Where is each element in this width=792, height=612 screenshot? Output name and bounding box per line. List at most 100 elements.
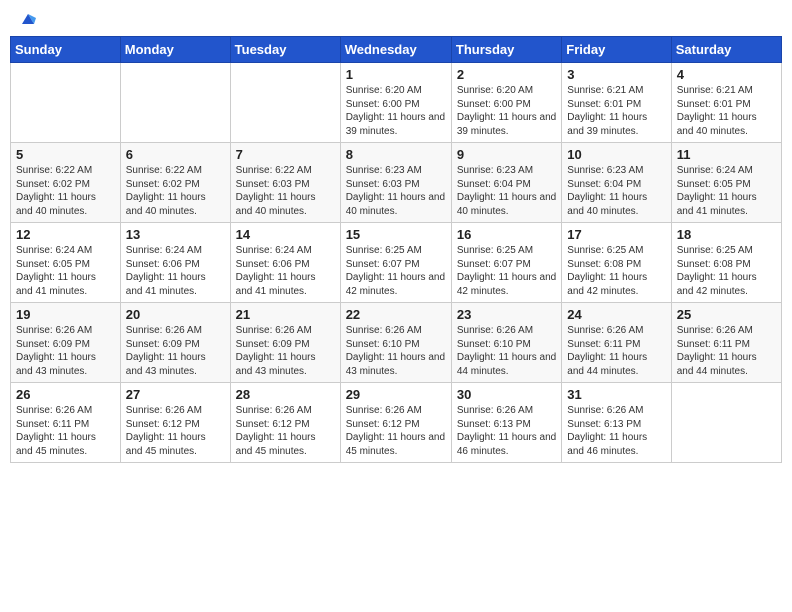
day-number: 20 xyxy=(126,307,225,322)
calendar-body: 1 Sunrise: 6:20 AMSunset: 6:00 PMDaylight… xyxy=(11,63,782,463)
calendar-cell: 26Sunrise: 6:26 AMSunset: 6:11 PMDayligh… xyxy=(11,383,121,463)
calendar-week-5: 26Sunrise: 6:26 AMSunset: 6:11 PMDayligh… xyxy=(11,383,782,463)
calendar-cell: 11Sunrise: 6:24 AMSunset: 6:05 PMDayligh… xyxy=(671,143,781,223)
day-number: 31 xyxy=(567,387,665,402)
calendar-cell: 8 Sunrise: 6:23 AMSunset: 6:03 PMDaylight… xyxy=(340,143,451,223)
day-info: Sunrise: 6:21 AMSunset: 6:01 PMDaylight:… xyxy=(677,84,776,138)
day-number: 22 xyxy=(346,307,446,322)
page-header xyxy=(10,10,782,28)
day-info: Sunrise: 6:25 AMSunset: 6:07 PMDaylight:… xyxy=(346,244,446,298)
day-number: 25 xyxy=(677,307,776,322)
weekday-header-wednesday: Wednesday xyxy=(340,37,451,63)
calendar-cell: 6 Sunrise: 6:22 AMSunset: 6:02 PMDaylight… xyxy=(120,143,230,223)
day-info: Sunrise: 6:23 AMSunset: 6:04 PMDaylight:… xyxy=(457,164,556,218)
day-number: 18 xyxy=(677,227,776,242)
weekday-header-saturday: Saturday xyxy=(671,37,781,63)
day-info: Sunrise: 6:26 AMSunset: 6:10 PMDaylight:… xyxy=(346,324,446,378)
day-info: Sunrise: 6:26 AMSunset: 6:11 PMDaylight:… xyxy=(16,404,115,458)
day-info: Sunrise: 6:20 AMSunset: 6:00 PMDaylight:… xyxy=(346,84,446,138)
calendar-cell: 15 Sunrise: 6:25 AMSunset: 6:07 PMDayligh… xyxy=(340,223,451,303)
calendar-cell: 28Sunrise: 6:26 AMSunset: 6:12 PMDayligh… xyxy=(230,383,340,463)
calendar-cell: 13 Sunrise: 6:24 AMSunset: 6:06 PMDayligh… xyxy=(120,223,230,303)
day-info: Sunrise: 6:22 AMSunset: 6:02 PMDaylight:… xyxy=(126,164,225,218)
calendar-cell: 14 Sunrise: 6:24 AMSunset: 6:06 PMDayligh… xyxy=(230,223,340,303)
calendar-cell: 1 Sunrise: 6:20 AMSunset: 6:00 PMDaylight… xyxy=(340,63,451,143)
calendar-cell: 7 Sunrise: 6:22 AMSunset: 6:03 PMDaylight… xyxy=(230,143,340,223)
day-info: Sunrise: 6:22 AMSunset: 6:02 PMDaylight:… xyxy=(16,164,115,218)
day-info: Sunrise: 6:22 AMSunset: 6:03 PMDaylight:… xyxy=(236,164,335,218)
weekday-header-monday: Monday xyxy=(120,37,230,63)
day-info: Sunrise: 6:20 AMSunset: 6:00 PMDaylight:… xyxy=(457,84,556,138)
calendar-cell: 3Sunrise: 6:21 AMSunset: 6:01 PMDaylight… xyxy=(562,63,671,143)
logo-icon xyxy=(18,10,38,30)
calendar-cell: 17 Sunrise: 6:25 AMSunset: 6:08 PMDayligh… xyxy=(562,223,671,303)
day-info: Sunrise: 6:24 AMSunset: 6:06 PMDaylight:… xyxy=(126,244,225,298)
day-number: 6 xyxy=(126,147,225,162)
day-info: Sunrise: 6:25 AMSunset: 6:08 PMDaylight:… xyxy=(567,244,665,298)
day-number: 12 xyxy=(16,227,115,242)
calendar-cell xyxy=(11,63,121,143)
day-number: 2 xyxy=(457,67,556,82)
calendar-cell: 29 Sunrise: 6:26 AMSunset: 6:12 PMDayligh… xyxy=(340,383,451,463)
day-number: 9 xyxy=(457,147,556,162)
calendar-week-1: 1 Sunrise: 6:20 AMSunset: 6:00 PMDaylight… xyxy=(11,63,782,143)
calendar-table: SundayMondayTuesdayWednesdayThursdayFrid… xyxy=(10,36,782,463)
day-number: 30 xyxy=(457,387,556,402)
day-info: Sunrise: 6:23 AMSunset: 6:03 PMDaylight:… xyxy=(346,164,446,218)
day-info: Sunrise: 6:26 AMSunset: 6:13 PMDaylight:… xyxy=(567,404,665,458)
day-number: 1 xyxy=(346,67,446,82)
day-info: Sunrise: 6:24 AMSunset: 6:06 PMDaylight:… xyxy=(236,244,335,298)
calendar-cell: 31 Sunrise: 6:26 AMSunset: 6:13 PMDayligh… xyxy=(562,383,671,463)
calendar-cell: 12 Sunrise: 6:24 AMSunset: 6:05 PMDayligh… xyxy=(11,223,121,303)
day-number: 7 xyxy=(236,147,335,162)
day-info: Sunrise: 6:25 AMSunset: 6:08 PMDaylight:… xyxy=(677,244,776,298)
day-number: 4 xyxy=(677,67,776,82)
calendar-cell: 10Sunrise: 6:23 AMSunset: 6:04 PMDayligh… xyxy=(562,143,671,223)
calendar-cell: 19Sunrise: 6:26 AMSunset: 6:09 PMDayligh… xyxy=(11,303,121,383)
calendar-cell: 9 Sunrise: 6:23 AMSunset: 6:04 PMDaylight… xyxy=(451,143,561,223)
calendar-cell: 25 Sunrise: 6:26 AMSunset: 6:11 PMDayligh… xyxy=(671,303,781,383)
day-number: 16 xyxy=(457,227,556,242)
day-info: Sunrise: 6:26 AMSunset: 6:09 PMDaylight:… xyxy=(236,324,335,378)
calendar-cell: 5 Sunrise: 6:22 AMSunset: 6:02 PMDaylight… xyxy=(11,143,121,223)
day-number: 8 xyxy=(346,147,446,162)
day-number: 14 xyxy=(236,227,335,242)
calendar-week-4: 19Sunrise: 6:26 AMSunset: 6:09 PMDayligh… xyxy=(11,303,782,383)
calendar-cell: 16 Sunrise: 6:25 AMSunset: 6:07 PMDayligh… xyxy=(451,223,561,303)
calendar-cell xyxy=(230,63,340,143)
calendar-cell xyxy=(120,63,230,143)
calendar-cell: 30 Sunrise: 6:26 AMSunset: 6:13 PMDayligh… xyxy=(451,383,561,463)
calendar-header-row: SundayMondayTuesdayWednesdayThursdayFrid… xyxy=(11,37,782,63)
calendar-week-3: 12 Sunrise: 6:24 AMSunset: 6:05 PMDayligh… xyxy=(11,223,782,303)
day-number: 27 xyxy=(126,387,225,402)
day-number: 17 xyxy=(567,227,665,242)
day-info: Sunrise: 6:26 AMSunset: 6:12 PMDaylight:… xyxy=(346,404,446,458)
calendar-cell: 21Sunrise: 6:26 AMSunset: 6:09 PMDayligh… xyxy=(230,303,340,383)
calendar-cell: 4 Sunrise: 6:21 AMSunset: 6:01 PMDaylight… xyxy=(671,63,781,143)
day-info: Sunrise: 6:26 AMSunset: 6:11 PMDaylight:… xyxy=(677,324,776,378)
day-number: 13 xyxy=(126,227,225,242)
day-info: Sunrise: 6:26 AMSunset: 6:11 PMDaylight:… xyxy=(567,324,665,378)
day-info: Sunrise: 6:26 AMSunset: 6:13 PMDaylight:… xyxy=(457,404,556,458)
day-number: 29 xyxy=(346,387,446,402)
day-info: Sunrise: 6:26 AMSunset: 6:09 PMDaylight:… xyxy=(16,324,115,378)
day-info: Sunrise: 6:26 AMSunset: 6:10 PMDaylight:… xyxy=(457,324,556,378)
day-info: Sunrise: 6:24 AMSunset: 6:05 PMDaylight:… xyxy=(16,244,115,298)
logo xyxy=(16,14,38,24)
calendar-cell: 24 Sunrise: 6:26 AMSunset: 6:11 PMDayligh… xyxy=(562,303,671,383)
weekday-header-tuesday: Tuesday xyxy=(230,37,340,63)
calendar-week-2: 5 Sunrise: 6:22 AMSunset: 6:02 PMDaylight… xyxy=(11,143,782,223)
weekday-header-sunday: Sunday xyxy=(11,37,121,63)
day-number: 24 xyxy=(567,307,665,322)
day-info: Sunrise: 6:24 AMSunset: 6:05 PMDaylight:… xyxy=(677,164,776,218)
day-info: Sunrise: 6:26 AMSunset: 6:12 PMDaylight:… xyxy=(126,404,225,458)
day-number: 5 xyxy=(16,147,115,162)
day-number: 15 xyxy=(346,227,446,242)
day-number: 10 xyxy=(567,147,665,162)
day-info: Sunrise: 6:26 AMSunset: 6:09 PMDaylight:… xyxy=(126,324,225,378)
calendar-cell: 22 Sunrise: 6:26 AMSunset: 6:10 PMDayligh… xyxy=(340,303,451,383)
calendar-cell: 20 Sunrise: 6:26 AMSunset: 6:09 PMDayligh… xyxy=(120,303,230,383)
day-number: 3 xyxy=(567,67,665,82)
calendar-cell: 27 Sunrise: 6:26 AMSunset: 6:12 PMDayligh… xyxy=(120,383,230,463)
day-info: Sunrise: 6:25 AMSunset: 6:07 PMDaylight:… xyxy=(457,244,556,298)
